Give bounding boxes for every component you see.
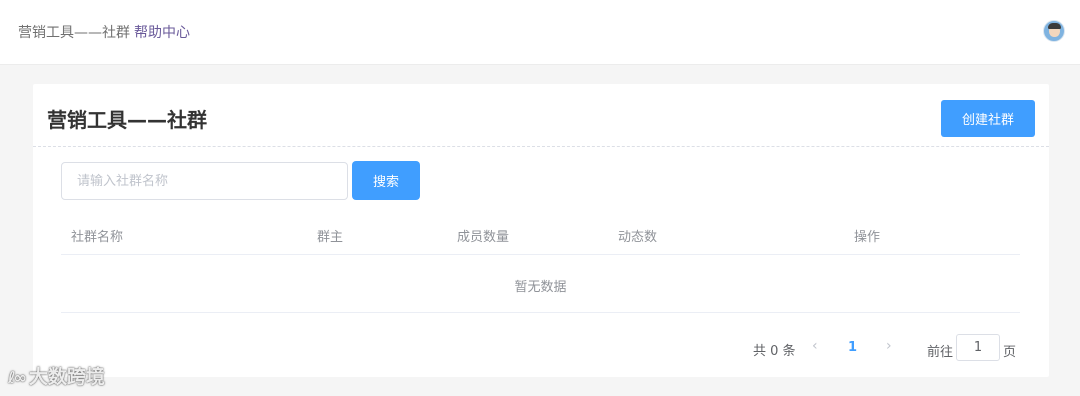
avatar-hair-icon — [1048, 23, 1061, 29]
watermark-text: 大数跨境 — [28, 366, 105, 388]
pagination-total: 共 0 条 — [753, 344, 796, 359]
pagination-current-page[interactable]: 1 — [848, 340, 857, 355]
column-header-actions: 操作 — [854, 230, 881, 245]
top-bar: 营销工具——社群 帮助中心 — [0, 0, 1080, 65]
column-header-members: 成员数量 — [457, 230, 510, 245]
goto-suffix: 页 — [1003, 345, 1017, 360]
column-header-posts: 动态数 — [618, 230, 658, 245]
chevron-right-icon[interactable]: › — [886, 338, 892, 354]
help-center-link[interactable]: 帮助中心 — [134, 25, 190, 41]
watermark-logo-icon: ℓ∞ — [8, 368, 27, 387]
breadcrumb-current: 营销工具——社群 — [18, 25, 130, 41]
column-header-owner: 群主 — [317, 230, 344, 245]
card-header: 营销工具——社群 创建社群 — [33, 84, 1049, 147]
watermark: ℓ∞ 大数跨境 — [8, 362, 105, 389]
empty-text: 暂无数据 — [514, 280, 567, 295]
page-title: 营销工具——社群 — [47, 108, 207, 132]
table-header: 社群名称 群主 成员数量 动态数 操作 — [61, 214, 1020, 255]
breadcrumb: 营销工具——社群 帮助中心 — [18, 22, 190, 42]
column-header-name: 社群名称 — [71, 230, 124, 245]
user-avatar[interactable] — [1043, 20, 1065, 42]
table-empty-row: 暂无数据 — [61, 255, 1020, 313]
main-card: 营销工具——社群 创建社群 搜索 社群名称 群主 成员数量 动态数 操作 暂无数… — [33, 84, 1049, 377]
chevron-left-icon[interactable]: ‹ — [812, 338, 818, 354]
search-input[interactable] — [61, 162, 348, 200]
goto-label: 前往 — [927, 345, 954, 360]
goto-page-input[interactable] — [956, 334, 1000, 361]
create-community-button[interactable]: 创建社群 — [941, 100, 1035, 137]
search-button[interactable]: 搜索 — [352, 161, 420, 200]
